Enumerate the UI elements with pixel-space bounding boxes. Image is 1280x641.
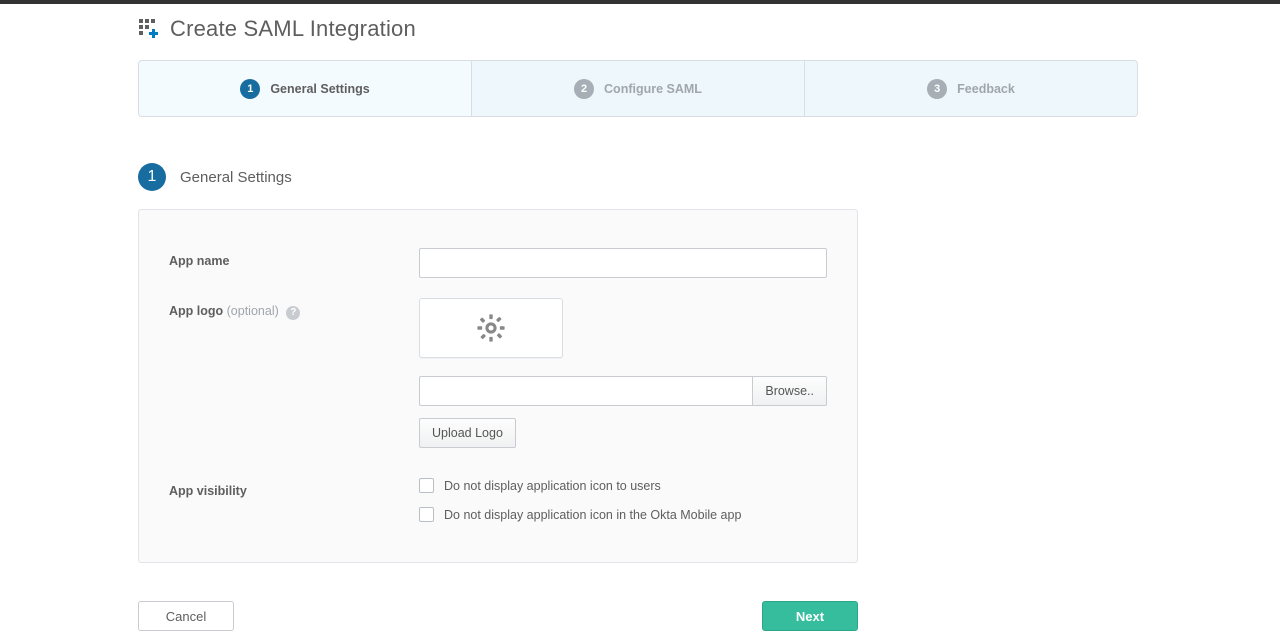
page-title: Create SAML Integration	[170, 16, 416, 42]
apps-add-icon	[138, 18, 160, 40]
wizard-steps: 1 General Settings 2 Configure SAML 3 Fe…	[138, 60, 1138, 117]
step-configure-saml[interactable]: 2 Configure SAML	[472, 61, 805, 116]
step-feedback[interactable]: 3 Feedback	[805, 61, 1137, 116]
app-visibility-label: App visibility	[169, 478, 419, 498]
app-logo-optional: (optional)	[227, 304, 279, 318]
step-label-feedback: Feedback	[957, 82, 1015, 96]
step-number-1: 1	[240, 79, 260, 99]
section-title: General Settings	[180, 169, 292, 186]
logo-preview	[419, 298, 563, 358]
next-button[interactable]: Next	[762, 601, 858, 631]
visibility-checkbox-users[interactable]	[419, 478, 434, 493]
app-name-input[interactable]	[419, 248, 827, 278]
visibility-checkbox-mobile[interactable]	[419, 507, 434, 522]
browse-button[interactable]: Browse..	[752, 376, 827, 406]
app-name-label: App name	[169, 248, 419, 268]
visibility-label-users: Do not display application icon to users	[444, 479, 661, 493]
gear-icon	[474, 311, 508, 345]
upload-logo-button[interactable]: Upload Logo	[419, 418, 516, 448]
step-number-2: 2	[574, 79, 594, 99]
logo-file-path[interactable]	[419, 376, 752, 406]
step-general-settings[interactable]: 1 General Settings	[139, 61, 472, 116]
section-number-badge: 1	[138, 163, 166, 191]
visibility-label-mobile: Do not display application icon in the O…	[444, 508, 741, 522]
cancel-button[interactable]: Cancel	[138, 601, 234, 631]
step-label-general: General Settings	[270, 82, 369, 96]
step-label-saml: Configure SAML	[604, 82, 702, 96]
help-icon[interactable]: ?	[286, 306, 300, 320]
app-logo-label: App logo	[169, 304, 223, 318]
general-settings-panel: App name App logo (optional) ?	[138, 209, 858, 563]
step-number-3: 3	[927, 79, 947, 99]
